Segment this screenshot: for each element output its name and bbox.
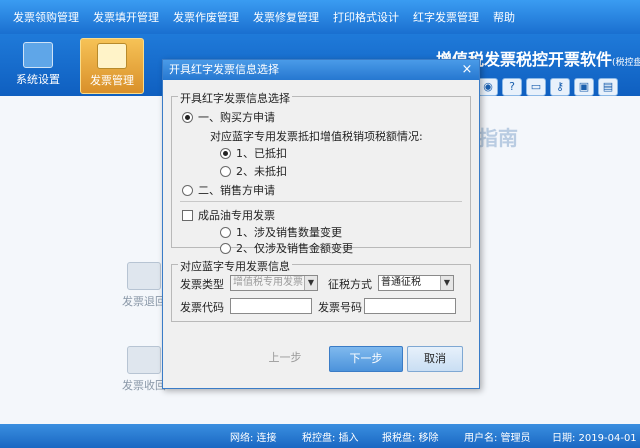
- help-icon[interactable]: ?: [502, 78, 522, 96]
- folder-icon: [97, 43, 127, 69]
- dialog-title: 开具红字发票信息选择: [169, 63, 279, 76]
- status-date: 日期: 2019-04-01: [552, 432, 637, 444]
- menu-help[interactable]: 帮助: [486, 9, 522, 25]
- invoice-type-label: 发票类型: [180, 278, 224, 291]
- buyer-option[interactable]: 一、购买方申请: [182, 109, 275, 125]
- menu-invoice-purchase[interactable]: 发票领购管理: [6, 9, 86, 25]
- status-bar: 网络: 连接 税控盘: 插入 报税盘: 移除 用户名: 管理员 日期: 2019…: [0, 424, 640, 448]
- oil-amount-option[interactable]: 2、仅涉及销售金额变更: [220, 240, 353, 256]
- deduct-question: 对应蓝字专用发票抵扣增值税销项税额情况:: [210, 130, 423, 143]
- cancel-button[interactable]: 取消: [407, 346, 463, 372]
- not-deducted-radio[interactable]: [220, 165, 231, 177]
- close-icon[interactable]: ×: [459, 62, 475, 78]
- document-icon[interactable]: ▤: [598, 78, 618, 96]
- key-icon[interactable]: ⚷: [550, 78, 570, 96]
- tax-method-label: 征税方式: [328, 278, 372, 291]
- toolbar-system-settings-label: 系统设置: [16, 73, 60, 86]
- guide-title: 指南: [478, 126, 518, 150]
- status-report-disk: 报税盘: 移除: [382, 432, 439, 444]
- invoice-recall-icon: [127, 346, 161, 374]
- invoice-number-label: 发票号码: [318, 301, 362, 314]
- seller-option[interactable]: 二、销售方申请: [182, 182, 275, 198]
- lock-icon[interactable]: ▣: [574, 78, 594, 96]
- oil-amount-radio[interactable]: [220, 242, 231, 254]
- seller-radio[interactable]: [182, 184, 193, 196]
- menu-print-format[interactable]: 打印格式设计: [326, 9, 406, 25]
- chevron-down-icon: ▼: [440, 276, 453, 290]
- group-divider: [180, 201, 462, 202]
- globe-icon[interactable]: ◉: [478, 78, 498, 96]
- blue-invoice-group: 对应蓝字专用发票信息 发票类型 增值税专用发票 ▼ 征税方式 普通征税 ▼ 发票…: [171, 258, 471, 322]
- menu-invoice-issue[interactable]: 发票填开管理: [86, 9, 166, 25]
- window-icon[interactable]: ▭: [526, 78, 546, 96]
- quick-icons: ◉ ? ▭ ⚷ ▣ ▤: [478, 78, 618, 96]
- dialog-title-bar: 开具红字发票信息选择 ×: [163, 60, 479, 80]
- status-tax-disk: 税控盘: 插入: [302, 432, 359, 444]
- oil-quantity-radio[interactable]: [220, 226, 231, 238]
- invoice-return-icon: [127, 262, 161, 290]
- invoice-type-select: 增值税专用发票 ▼: [230, 275, 318, 291]
- red-invoice-dialog: 开具红字发票信息选择 × 开具红字发票信息选择 一、购买方申请 对应蓝字专用发票…: [162, 59, 480, 389]
- blue-invoice-legend: 对应蓝字专用发票信息: [178, 258, 292, 274]
- not-deducted-option[interactable]: 2、未抵扣: [220, 163, 287, 179]
- toolbar-invoice-management[interactable]: 发票管理: [80, 38, 144, 94]
- oil-invoice-option[interactable]: 成品油专用发票: [182, 207, 275, 223]
- menu-invoice-repair[interactable]: 发票修复管理: [246, 9, 326, 25]
- deducted-option[interactable]: 1、已抵扣: [220, 145, 287, 161]
- status-user: 用户名: 管理员: [464, 432, 531, 444]
- menu-bar: 发票领购管理 发票填开管理 发票作废管理 发票修复管理 打印格式设计 红字发票管…: [0, 0, 640, 34]
- menu-invoice-void[interactable]: 发票作废管理: [166, 9, 246, 25]
- apply-type-legend: 开具红字发票信息选择: [178, 90, 292, 106]
- buyer-radio[interactable]: [182, 111, 193, 123]
- toolbar-invoice-management-label: 发票管理: [90, 74, 134, 87]
- apply-type-group: 开具红字发票信息选择 一、购买方申请 对应蓝字专用发票抵扣增值税销项税额情况: …: [171, 90, 471, 255]
- next-button[interactable]: 下一步: [329, 346, 403, 372]
- invoice-code-field[interactable]: [230, 298, 312, 314]
- invoice-code-label: 发票代码: [180, 301, 224, 314]
- chevron-down-icon: ▼: [304, 276, 317, 290]
- oil-quantity-option[interactable]: 1、涉及销售数量变更: [220, 224, 342, 240]
- prev-button: 上一步: [268, 351, 302, 364]
- tax-method-select[interactable]: 普通征税 ▼: [378, 275, 454, 291]
- menu-red-invoice[interactable]: 红字发票管理: [406, 9, 486, 25]
- gear-icon: [23, 42, 53, 68]
- invoice-number-field[interactable]: [364, 298, 456, 314]
- oil-invoice-checkbox[interactable]: [182, 209, 193, 221]
- deducted-radio[interactable]: [220, 147, 231, 159]
- status-network: 网络: 连接: [230, 432, 277, 444]
- toolbar-system-settings[interactable]: 系统设置: [6, 38, 70, 94]
